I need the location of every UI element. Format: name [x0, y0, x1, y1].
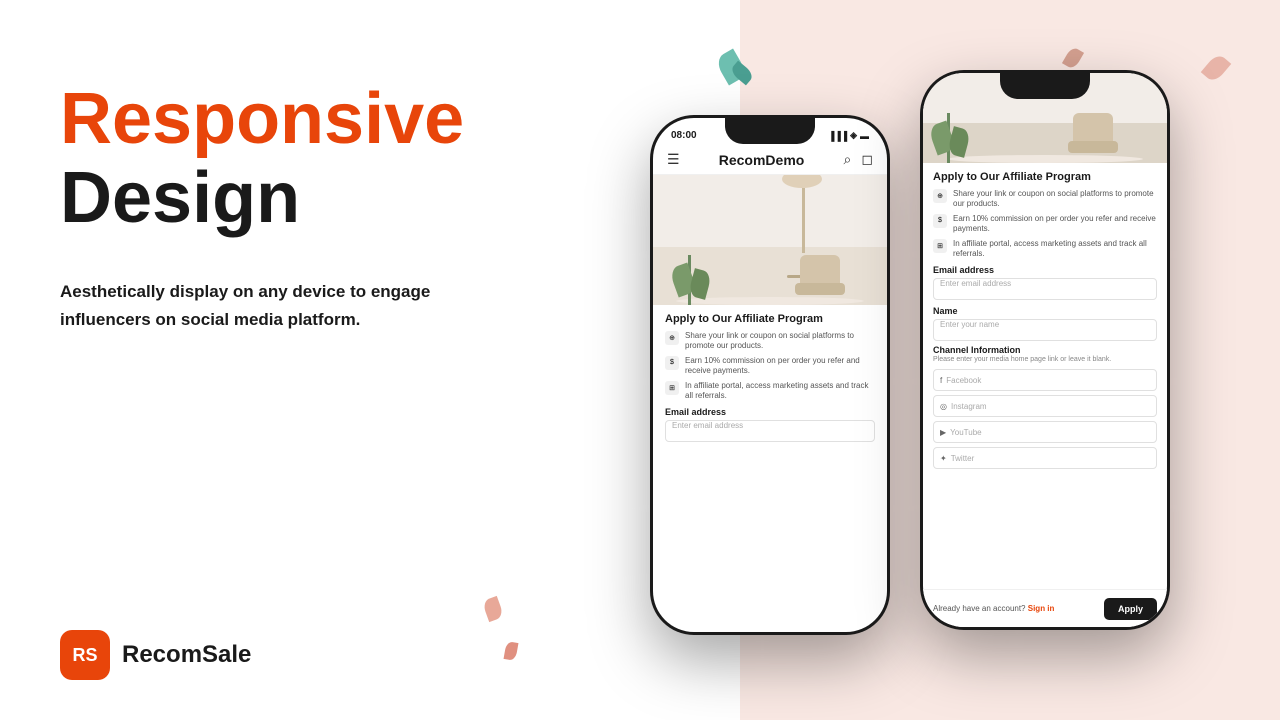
phone-right-mockup: Apply to Our Affiliate Program ⊕ Share y… — [920, 70, 1170, 630]
feature-item-3: ⊞ In affiliate portal, access marketing … — [665, 381, 875, 402]
room-plant-right — [947, 113, 950, 163]
twitter-placeholder: Twitter — [951, 454, 975, 463]
feature-item-1: ⊕ Share your link or coupon on social pl… — [665, 331, 875, 352]
logo-name: RecomSale — [122, 641, 251, 669]
channel-info-title: Channel Information — [933, 345, 1157, 355]
right-share-icon: ⊕ — [933, 189, 947, 203]
search-icon[interactable]: ⌕ — [844, 151, 852, 168]
already-account-label: Already have an account? — [933, 604, 1026, 613]
wifi-icon: ◈ — [850, 130, 857, 141]
app-affiliate-content: Apply to Our Affiliate Program ⊕ Share y… — [653, 305, 887, 450]
phones-showcase: 08:00 ▐▐▐ ◈ ▬ ☰ RecomDemo ⌕ ◻ — [540, 0, 1280, 720]
plant-stem-right — [947, 113, 950, 163]
phone-right-notch — [1000, 73, 1090, 99]
product-image — [653, 175, 887, 305]
right-portal-icon: ⊞ — [933, 239, 947, 253]
phone-left-screen: 08:00 ▐▐▐ ◈ ▬ ☰ RecomDemo ⌕ ◻ — [653, 118, 887, 632]
status-icons: ▐▐▐ ◈ ▬ — [828, 130, 869, 141]
commission-icon: $ — [665, 356, 679, 370]
facebook-input[interactable]: f Facebook — [933, 369, 1157, 391]
right-feature-text-2: Earn 10% commission on per order you ref… — [953, 214, 1157, 235]
feature-text-2: Earn 10% commission on per order you ref… — [685, 356, 875, 377]
cart-icon[interactable]: ◻ — [861, 151, 873, 168]
status-time: 08:00 — [671, 130, 697, 141]
youtube-input[interactable]: ▶ YouTube — [933, 421, 1157, 443]
room-plant — [688, 255, 691, 305]
app-title: RecomDemo — [719, 152, 805, 168]
right-feature-text-1: Share your link or coupon on social plat… — [953, 189, 1157, 210]
logo-area: RS RecomSale — [60, 630, 480, 680]
twitter-icon: ✦ — [940, 454, 947, 463]
room-chair-right — [1068, 113, 1118, 163]
right-email-placeholder: Enter email address — [940, 279, 1011, 288]
chair-back — [800, 255, 840, 283]
right-feature-1: ⊕ Share your link or coupon on social pl… — [933, 189, 1157, 210]
phone-right-screen: Apply to Our Affiliate Program ⊕ Share y… — [923, 73, 1167, 627]
feature-item-2: $ Earn 10% commission on per order you r… — [665, 356, 875, 377]
channel-info-subtitle: Please enter your media home page link o… — [933, 355, 1157, 364]
email-input-placeholder[interactable]: Enter email address — [665, 420, 875, 442]
signal-icon: ▐▐▐ — [828, 131, 847, 141]
headline-line2: Design — [60, 159, 480, 238]
instagram-input[interactable]: ◎ Instagram — [933, 395, 1157, 417]
room-wall — [653, 175, 887, 249]
right-name-placeholder: Enter your name — [940, 320, 999, 329]
share-icon: ⊕ — [665, 331, 679, 345]
plant-stem — [688, 255, 691, 305]
facebook-icon: f — [940, 376, 942, 385]
apply-button[interactable]: Apply — [1104, 598, 1157, 620]
portal-icon: ⊞ — [665, 381, 679, 395]
email-label: Email address — [665, 407, 875, 417]
room-lamp — [802, 188, 805, 253]
chair-back-right — [1073, 113, 1113, 141]
youtube-icon: ▶ — [940, 428, 946, 437]
right-commission-icon: $ — [933, 214, 947, 228]
left-content-area: Responsive Design Aesthetically display … — [0, 0, 540, 720]
twitter-input[interactable]: ✦ Twitter — [933, 447, 1157, 469]
affiliate-program-title: Apply to Our Affiliate Program — [665, 313, 875, 325]
phone-left-mockup: 08:00 ▐▐▐ ◈ ▬ ☰ RecomDemo ⌕ ◻ — [650, 115, 890, 635]
battery-icon: ▬ — [860, 131, 869, 141]
logo-icon-text: RS — [72, 645, 97, 666]
sign-in-link[interactable]: Sign in — [1028, 604, 1055, 613]
app-header: ☰ RecomDemo ⌕ ◻ — [653, 145, 887, 175]
chair-seat — [795, 283, 845, 295]
already-account-text: Already have an account? Sign in — [933, 604, 1054, 613]
bottom-action-bar: Already have an account? Sign in Apply — [923, 589, 1167, 627]
right-feature-3: ⊞ In affiliate portal, access marketing … — [933, 239, 1157, 260]
phone-notch — [725, 118, 815, 144]
youtube-placeholder: YouTube — [950, 428, 981, 437]
menu-icon[interactable]: ☰ — [667, 151, 680, 168]
right-name-label: Name — [933, 306, 1157, 316]
right-feature-2: $ Earn 10% commission on per order you r… — [933, 214, 1157, 235]
instagram-icon: ◎ — [940, 402, 947, 411]
headline-line1: Responsive — [60, 80, 480, 159]
instagram-placeholder: Instagram — [951, 402, 987, 411]
chair-seat-right — [1068, 141, 1118, 153]
header-action-icons: ⌕ ◻ — [844, 151, 873, 168]
right-affiliate-title: Apply to Our Affiliate Program — [933, 171, 1157, 183]
subtitle-text: Aesthetically display on any device to e… — [60, 278, 440, 332]
feature-text-3: In affiliate portal, access marketing as… — [685, 381, 875, 402]
right-feature-text-3: In affiliate portal, access marketing as… — [953, 239, 1157, 260]
right-email-input[interactable]: Enter email address — [933, 278, 1157, 300]
email-placeholder-text: Enter email address — [672, 421, 743, 430]
facebook-placeholder: Facebook — [946, 376, 981, 385]
room-scene — [653, 175, 887, 305]
right-email-label: Email address — [933, 265, 1157, 275]
logo-icon: RS — [60, 630, 110, 680]
headline-block: Responsive Design Aesthetically display … — [60, 80, 480, 333]
room-chair — [795, 255, 845, 305]
feature-text-1: Share your link or coupon on social plat… — [685, 331, 875, 352]
phone-right-affiliate-content: Apply to Our Affiliate Program ⊕ Share y… — [923, 163, 1167, 589]
right-name-input[interactable]: Enter your name — [933, 319, 1157, 341]
